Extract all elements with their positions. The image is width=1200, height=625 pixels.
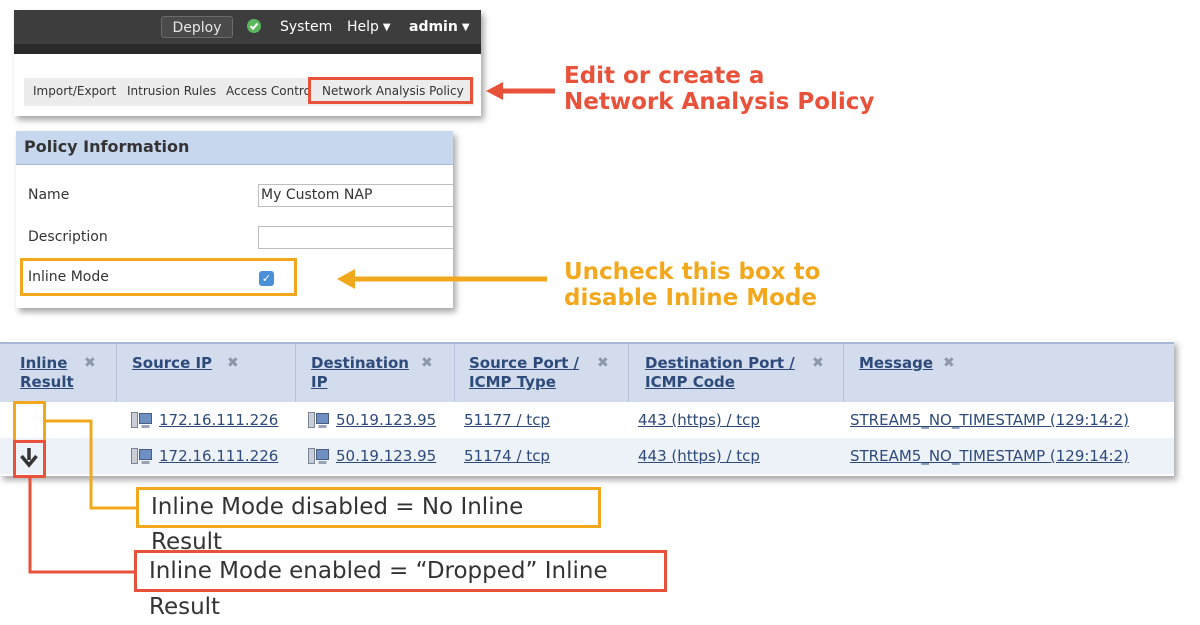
inline-mode-callout-line1: Uncheck this box to xyxy=(564,259,821,285)
inline-disabled-note: Inline Mode disabled = No Inline Result xyxy=(136,487,601,555)
inline-enabled-note: Inline Mode enabled = “Dropped” Inline R… xyxy=(134,550,667,620)
disabled-connector xyxy=(46,419,137,510)
inline-mode-callout-line2: disable Inline Mode xyxy=(564,285,817,311)
nap-callout-line1: Edit or create a xyxy=(564,63,765,89)
inline-arrow-head xyxy=(337,269,355,289)
nap-callout: Edit or create a Network Analysis Policy xyxy=(564,63,874,115)
nap-callout-line2: Network Analysis Policy xyxy=(564,89,875,115)
inline-mode-callout: Uncheck this box to disable Inline Mode xyxy=(564,259,820,311)
enabled-connector xyxy=(28,478,135,574)
nap-arrow-head xyxy=(486,82,503,100)
